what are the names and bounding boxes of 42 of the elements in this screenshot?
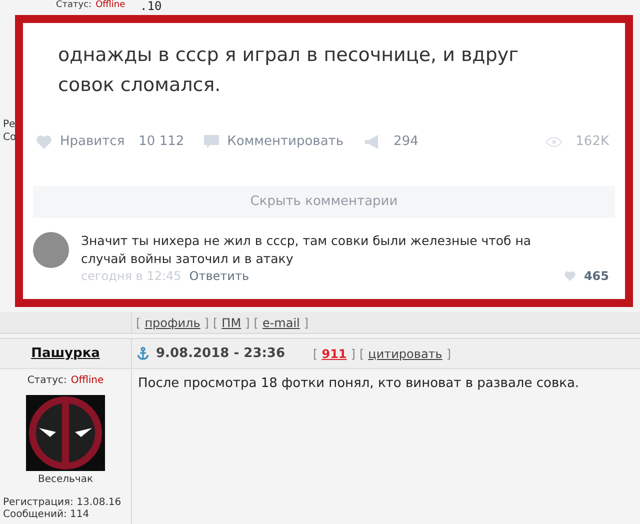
speech-bubble-icon[interactable] <box>204 134 220 149</box>
reply-link[interactable]: Ответить <box>189 268 250 284</box>
message-count: Сообщений: 114 <box>3 509 90 521</box>
user-rank: Весельчак <box>38 473 94 487</box>
anchor-icon[interactable] <box>137 347 149 360</box>
avatar-placeholder <box>33 232 69 268</box>
bracket: ] <box>446 346 452 362</box>
megaphone-icon[interactable] <box>364 134 380 149</box>
author-name[interactable]: Пашурка <box>31 344 100 364</box>
link[interactable]: профиль <box>144 314 200 332</box>
bracket: [ <box>313 346 318 362</box>
post-number-link[interactable]: 911 <box>322 344 347 362</box>
post-text: После просмотра 18 фотки понял, кто виноват в развале совка. <box>138 375 580 393</box>
bracket: [ <box>212 314 218 332</box>
bracket: ] <box>245 314 250 332</box>
text-fragment: .10 <box>140 0 162 13</box>
views-count: 162K <box>576 133 609 151</box>
registration-fragment: Ре <box>3 118 16 131</box>
eye-icon <box>546 136 562 147</box>
post-date: 9.08.2018 - 23:36 <box>156 344 286 363</box>
bracket: [ <box>359 346 364 362</box>
status-value: Offline <box>96 0 126 11</box>
comment-text: Значит ты нихера не жил в ссср, там совки были железные чтоб на случай войны заточил и в атаку <box>81 232 532 268</box>
registration-date: Регистрация: 13.08.16 <box>3 497 122 509</box>
link[interactable]: цитировать <box>368 344 442 362</box>
status-label: Статус: <box>56 0 92 11</box>
heart-icon[interactable] <box>564 270 576 280</box>
bracket: ] <box>204 314 209 332</box>
bracket: ] <box>350 346 356 362</box>
link[interactable]: ПМ <box>222 314 242 332</box>
bracket: [ <box>254 314 258 332</box>
heart-icon[interactable] <box>36 134 52 149</box>
post-text: однажды в ссср я играл в песочнице, и вдруг совок сломался. <box>57 43 520 98</box>
status-value: Offline <box>70 374 104 388</box>
status-label: Статус: <box>27 374 67 388</box>
bracket: [ <box>136 314 141 332</box>
bracket: ] <box>304 314 309 332</box>
like-count: 10 112 <box>138 133 184 151</box>
like-count: 465 <box>584 268 609 284</box>
share-count: 294 <box>394 133 418 151</box>
messages-fragment: Со <box>3 131 16 144</box>
link[interactable]: e-mail <box>262 314 300 332</box>
